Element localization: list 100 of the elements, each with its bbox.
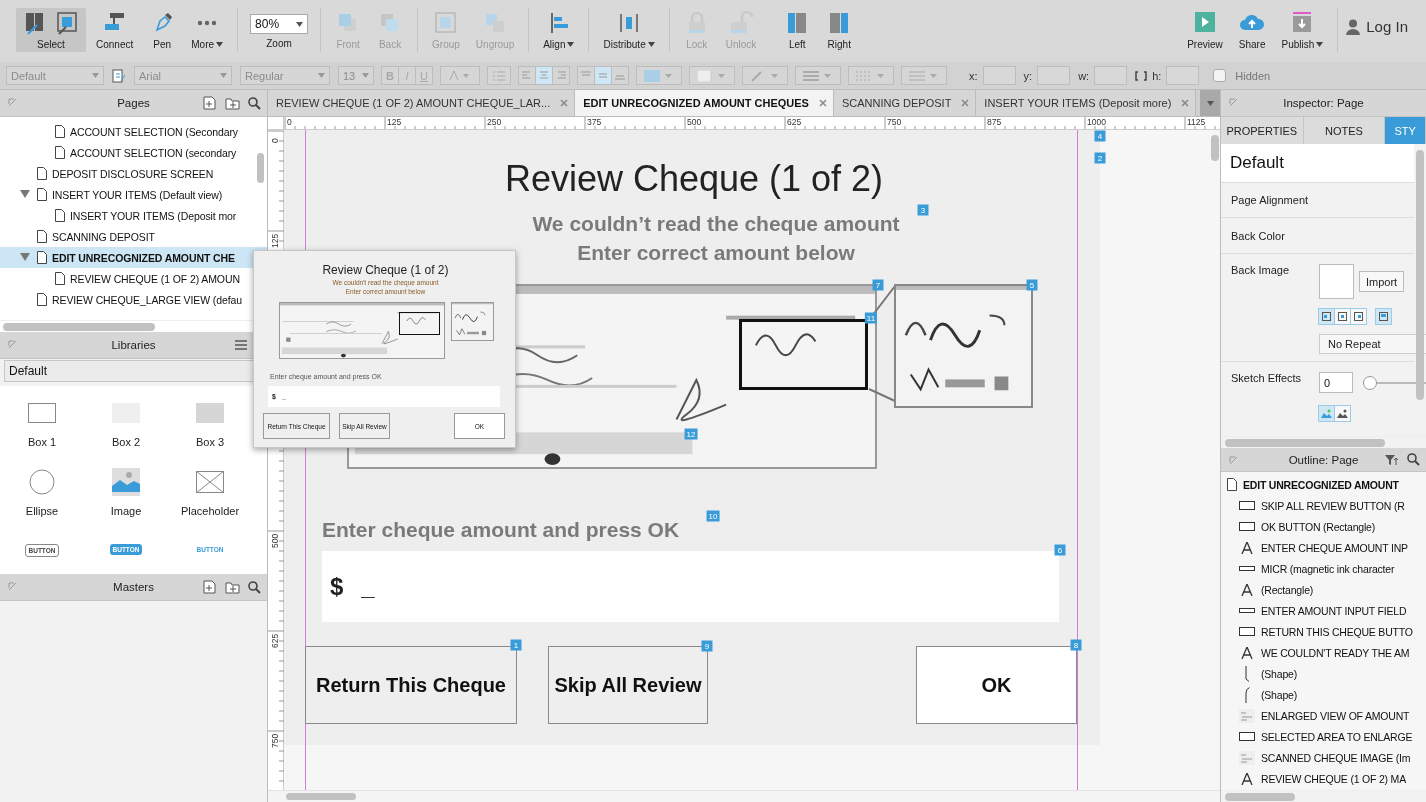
outline-item[interactable]: (Rectangle) <box>1221 579 1426 600</box>
import-button[interactable]: Import <box>1359 271 1405 292</box>
menu-icon[interactable] <box>235 340 247 350</box>
add-folder-icon[interactable] <box>225 580 240 594</box>
lock-ratio-icon[interactable] <box>1135 70 1148 81</box>
document-tab[interactable]: INSERT YOUR ITEMS (Deposit more) <box>976 90 1197 116</box>
pin-icon[interactable] <box>8 582 17 591</box>
outline-item[interactable]: ENTER AMOUNT INPUT FIELD <box>1221 600 1426 621</box>
pin-icon[interactable] <box>8 340 17 349</box>
page-item[interactable]: ACCOUNT SELECTION (secondary <box>0 142 267 163</box>
fill-color-button[interactable] <box>636 66 682 85</box>
page-item[interactable]: REVIEW CHEQUE_LARGE VIEW (defau <box>0 289 267 310</box>
toolbar-button[interactable]: Select <box>16 8 86 52</box>
align-button[interactable] <box>518 66 536 85</box>
vertical-align-button[interactable] <box>611 66 629 85</box>
outline-item[interactable]: RETURN THIS CHEQUE BUTTO <box>1221 621 1426 642</box>
close-icon[interactable] <box>560 99 569 107</box>
document-tab[interactable]: REVIEW CHEQUE (1 OF 2) AMOUNT CHEQUE_LAR... <box>268 90 576 116</box>
toolbar-button[interactable]: Right <box>820 8 859 52</box>
add-page-icon[interactable] <box>203 96 217 110</box>
align-toggle[interactable] <box>1350 308 1367 325</box>
toolbar-button[interactable]: Pen <box>143 8 182 52</box>
page-item[interactable]: INSERT YOUR ITEMS (Deposit mor <box>0 205 267 226</box>
outline-item[interactable]: EDIT UNRECOGNIZED AMOUNT <box>1221 474 1426 495</box>
library-widget[interactable]: Box 2 <box>84 398 168 455</box>
image-well[interactable] <box>1319 264 1354 299</box>
style-edit-icon[interactable] <box>112 68 126 83</box>
input-field[interactable] <box>982 66 1016 85</box>
library-widget[interactable]: Image <box>84 467 168 524</box>
scrollbar[interactable] <box>1225 793 1295 801</box>
toolbar-button[interactable]: More <box>185 8 230 52</box>
outline-item[interactable]: ENTER CHEQUE AMOUNT INP <box>1221 537 1426 558</box>
add-master-icon[interactable] <box>203 580 217 594</box>
outline-item[interactable]: SELECTED AREA TO ENLARGE <box>1221 726 1426 747</box>
inspector-tab[interactable]: PROPERTIES <box>1221 117 1304 144</box>
outline-item[interactable]: MICR (magnetic ink character <box>1221 558 1426 579</box>
zoom-dropdown[interactable]: 80% <box>250 14 309 34</box>
page-item[interactable]: SCANNING DEPOSIT <box>0 226 267 247</box>
library-widget[interactable]: Box 1 <box>0 398 84 455</box>
bullet-list-button[interactable] <box>487 66 511 85</box>
amount-input-field[interactable]: $ _ <box>322 551 1059 622</box>
search-icon[interactable] <box>248 96 261 110</box>
pin-icon[interactable] <box>8 98 17 107</box>
tab-menu-button[interactable] <box>1200 90 1220 116</box>
page-item[interactable]: ACCOUNT SELECTION (Secondary <box>0 121 267 142</box>
line-weight-button[interactable] <box>795 66 841 85</box>
page-item[interactable]: REVIEW CHEQUE (1 OF 2) AMOUN <box>0 268 267 289</box>
align-button[interactable] <box>552 66 570 85</box>
scrollbar[interactable] <box>286 793 356 800</box>
filter-icon[interactable] <box>1385 453 1399 466</box>
outline-item[interactable]: OK BUTTON (Rectangle) <box>1221 516 1426 537</box>
pin-icon[interactable] <box>1229 456 1238 465</box>
toolbar-button[interactable]: Align <box>537 8 581 52</box>
outline-item[interactable]: SCANNED CHEQUE IMAGE (Im <box>1221 747 1426 768</box>
close-icon[interactable] <box>961 99 970 107</box>
expand-icon[interactable] <box>20 189 30 199</box>
arrow-style-button[interactable] <box>901 66 947 85</box>
search-icon[interactable] <box>248 580 261 594</box>
input-field[interactable] <box>1094 66 1128 85</box>
toolbar-button[interactable]: Preview <box>1181 8 1229 52</box>
library-widget[interactable]: Box 3 <box>168 398 252 455</box>
scrollbar[interactable] <box>1416 150 1424 400</box>
page-item[interactable]: EDIT UNRECOGNIZED AMOUNT CHE <box>0 247 267 268</box>
document-tab[interactable]: EDIT UNRECOGNIZED AMOUNT CHEQUES <box>575 90 834 116</box>
color-mode-toggle[interactable] <box>1334 405 1351 422</box>
vertical-align-button[interactable] <box>594 66 612 85</box>
toolbar-button[interactable]: Connect <box>90 8 140 52</box>
align-button[interactable] <box>535 66 553 85</box>
outline-item[interactable]: REVIEW CHEQUE (1 OF 2) MA <box>1221 768 1426 789</box>
toolbar-button[interactable]: Publish <box>1275 8 1330 52</box>
sketch-input-field[interactable]: 0 <box>1319 372 1353 393</box>
page-item[interactable]: DEPOSIT DISCLOSURE SCREEN <box>0 163 267 184</box>
toolbar-button[interactable]: Left <box>778 8 817 52</box>
scrollbar[interactable] <box>257 153 264 183</box>
page-item[interactable]: INSERT YOUR ITEMS (Default view) <box>0 184 267 205</box>
outline-item[interactable]: (Shape) <box>1221 663 1426 684</box>
document-tab[interactable]: SCANNING DEPOSIT <box>833 90 977 116</box>
scrollbar[interactable] <box>1225 439 1385 447</box>
scrollbar[interactable] <box>1211 135 1219 161</box>
slider-thumb[interactable] <box>1363 375 1377 390</box>
close-icon[interactable] <box>818 99 827 107</box>
vertical-align-button[interactable] <box>577 66 595 85</box>
library-widget[interactable]: Ellipse <box>0 467 84 524</box>
repeat-dropdown[interactable]: No Repeat <box>1319 334 1426 354</box>
library-widget[interactable]: Placeholder <box>168 467 252 524</box>
outline-item[interactable]: (Shape) <box>1221 684 1426 705</box>
line-color-button[interactable] <box>742 66 788 85</box>
login-button[interactable]: Log In <box>1338 8 1416 45</box>
fill-toggle[interactable] <box>1375 308 1392 325</box>
outline-item[interactable]: SKIP ALL REVIEW BUTTON (R <box>1221 495 1426 516</box>
close-icon[interactable] <box>1181 99 1190 107</box>
input-field[interactable] <box>1037 66 1071 85</box>
outline-item[interactable]: WE COULDN'T READY THE AM <box>1221 642 1426 663</box>
checkbox[interactable] <box>1213 69 1227 82</box>
line-pattern-button[interactable] <box>848 66 894 85</box>
shadow-button[interactable] <box>689 66 735 85</box>
add-folder-icon[interactable] <box>225 96 240 110</box>
scrollbar[interactable] <box>3 323 155 331</box>
toolbar-button[interactable]: Share <box>1232 8 1272 52</box>
font-color-button[interactable] <box>440 66 480 85</box>
